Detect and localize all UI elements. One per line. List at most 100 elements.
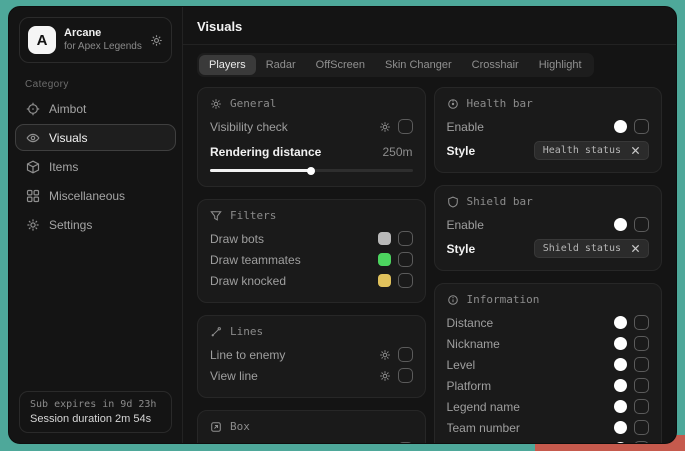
checkbox[interactable] bbox=[634, 357, 649, 372]
app-title: Arcane bbox=[64, 27, 142, 41]
tab-radar[interactable]: Radar bbox=[256, 55, 306, 75]
setting-row-legend-name: Legend name bbox=[447, 396, 650, 417]
left-column: General Visibility check Rendering dista… bbox=[197, 87, 426, 443]
sidebar-item-label: Visuals bbox=[49, 131, 87, 145]
sidebar-item-label: Miscellaneous bbox=[49, 189, 125, 203]
setting-row-distance: Distance bbox=[447, 312, 650, 333]
app-subtitle: for Apex Legends bbox=[64, 41, 142, 54]
gear-icon[interactable] bbox=[150, 34, 163, 47]
checkbox[interactable] bbox=[634, 378, 649, 393]
color-swatch[interactable] bbox=[614, 379, 627, 392]
section-title: Shield bar bbox=[467, 195, 533, 208]
checkbox[interactable] bbox=[634, 441, 649, 443]
color-swatch[interactable] bbox=[614, 120, 627, 133]
setting-row-draw-knocked: Draw knocked bbox=[210, 270, 413, 291]
setting-row-platform: Platform bbox=[447, 375, 650, 396]
tab-highlight[interactable]: Highlight bbox=[529, 55, 592, 75]
setting-row-draw-bots: Draw bots bbox=[210, 228, 413, 249]
color-swatch[interactable] bbox=[378, 274, 391, 287]
app-logo: A bbox=[28, 26, 56, 54]
setting-row-view-line: View line bbox=[210, 365, 413, 386]
content-area: General Visibility check Rendering dista… bbox=[183, 87, 676, 443]
setting-row-style: Style Health status bbox=[447, 140, 650, 161]
sun-icon bbox=[210, 98, 222, 110]
style-select-value: Shield status bbox=[543, 243, 621, 254]
gauge-icon bbox=[447, 98, 459, 110]
checkbox[interactable] bbox=[398, 231, 413, 246]
tab-offscreen[interactable]: OffScreen bbox=[306, 55, 375, 75]
section-title: Filters bbox=[230, 209, 276, 222]
info-icon bbox=[447, 294, 459, 306]
setting-row-enable: Enable bbox=[210, 439, 413, 443]
box-frame-icon bbox=[210, 421, 222, 433]
setting-row-line-to-enemy: Line to enemy bbox=[210, 344, 413, 365]
close-icon[interactable] bbox=[631, 244, 640, 253]
sidebar-nav: Aimbot Visuals Items bbox=[9, 94, 182, 239]
color-swatch[interactable] bbox=[614, 442, 627, 443]
sidebar-item-label: Items bbox=[49, 160, 78, 174]
sidebar-item-aimbot[interactable]: Aimbot bbox=[15, 95, 176, 122]
checkbox[interactable] bbox=[398, 252, 413, 267]
section-shield-bar: Shield bar Enable Style Shield status bbox=[434, 185, 663, 271]
slider-thumb[interactable] bbox=[307, 167, 315, 175]
gear-icon[interactable] bbox=[379, 349, 391, 361]
tab-players[interactable]: Players bbox=[199, 55, 256, 75]
checkbox[interactable] bbox=[634, 420, 649, 435]
sidebar-item-miscellaneous[interactable]: Miscellaneous bbox=[15, 182, 176, 209]
section-lines: Lines Line to enemy View line bbox=[197, 315, 426, 398]
session-duration-text: Session duration 2m 54s bbox=[30, 413, 161, 425]
sidebar-item-visuals[interactable]: Visuals bbox=[15, 124, 176, 151]
setting-row-nickname: Nickname bbox=[447, 333, 650, 354]
sub-expires-text: Sub expires in 9d 23h bbox=[30, 399, 161, 410]
color-swatch[interactable] bbox=[614, 337, 627, 350]
checkbox[interactable] bbox=[398, 347, 413, 362]
checkbox[interactable] bbox=[634, 119, 649, 134]
section-title: Information bbox=[467, 293, 540, 306]
setting-row-visibility-check: Visibility check bbox=[210, 116, 413, 137]
checkbox[interactable] bbox=[398, 368, 413, 383]
checkbox[interactable] bbox=[634, 315, 649, 330]
section-general: General Visibility check Rendering dista… bbox=[197, 87, 426, 187]
slider-value: 250m bbox=[382, 145, 412, 159]
color-swatch[interactable] bbox=[614, 316, 627, 329]
setting-row-level: Level bbox=[447, 354, 650, 375]
section-box: Box Enable Enable background bbox=[197, 410, 426, 443]
style-select[interactable]: Health status bbox=[534, 141, 649, 160]
color-swatch[interactable] bbox=[378, 232, 391, 245]
color-swatch[interactable] bbox=[614, 400, 627, 413]
tab-crosshair[interactable]: Crosshair bbox=[462, 55, 529, 75]
right-column: Health bar Enable Style Health status bbox=[434, 87, 663, 443]
section-title: General bbox=[230, 97, 276, 110]
setting-row-style: Style Shield status bbox=[447, 238, 650, 259]
checkbox[interactable] bbox=[634, 217, 649, 232]
box-icon bbox=[26, 160, 40, 174]
gear-icon[interactable] bbox=[379, 370, 391, 382]
checkbox[interactable] bbox=[398, 273, 413, 288]
setting-row-rendering-distance: Rendering distance 250m bbox=[210, 141, 413, 162]
logo-card: A Arcane for Apex Legends bbox=[19, 17, 172, 63]
section-title: Box bbox=[230, 420, 250, 433]
checkbox[interactable] bbox=[634, 336, 649, 351]
setting-row-weapon-in-hands: Weapon in hands bbox=[447, 438, 650, 443]
setting-row-enable: Enable bbox=[447, 116, 650, 137]
section-filters: Filters Draw bots Draw teammates Draw kn… bbox=[197, 199, 426, 303]
sidebar-item-items[interactable]: Items bbox=[15, 153, 176, 180]
checkbox[interactable] bbox=[634, 399, 649, 414]
checkbox[interactable] bbox=[398, 119, 413, 134]
color-swatch[interactable] bbox=[614, 421, 627, 434]
style-select[interactable]: Shield status bbox=[534, 239, 649, 258]
sidebar-item-label: Aimbot bbox=[49, 102, 86, 116]
color-swatch[interactable] bbox=[378, 253, 391, 266]
rendering-distance-slider[interactable] bbox=[210, 169, 413, 172]
gear-icon[interactable] bbox=[379, 121, 391, 133]
color-swatch[interactable] bbox=[614, 218, 627, 231]
section-health-bar: Health bar Enable Style Health status bbox=[434, 87, 663, 173]
sidebar-item-label: Settings bbox=[49, 218, 92, 232]
sidebar-item-settings[interactable]: Settings bbox=[15, 211, 176, 238]
close-icon[interactable] bbox=[631, 146, 640, 155]
color-swatch[interactable] bbox=[614, 358, 627, 371]
tab-skin-changer[interactable]: Skin Changer bbox=[375, 55, 462, 75]
checkbox[interactable] bbox=[398, 442, 413, 443]
setting-row-enable: Enable bbox=[447, 214, 650, 235]
line-icon bbox=[210, 326, 222, 338]
